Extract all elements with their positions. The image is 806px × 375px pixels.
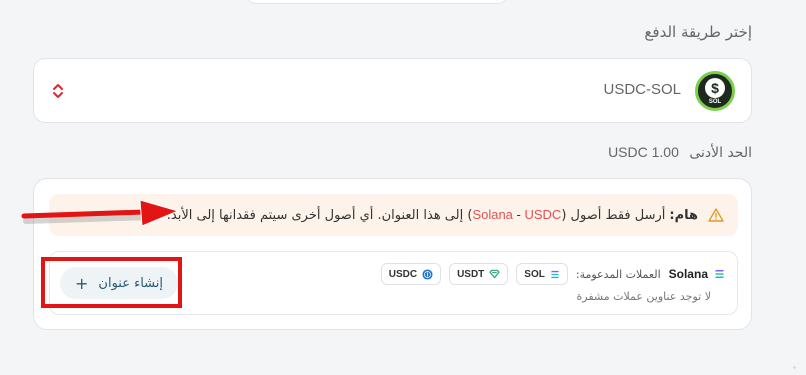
warning-bold: هام: — [669, 208, 698, 223]
footer-mark: ° — [793, 366, 796, 373]
create-address-button[interactable]: إنشاء عنوان + — [60, 267, 178, 299]
warning-banner: هام:أرسل فقط أصول ( Solana - USDC ) إلى هذ… — [49, 194, 738, 236]
minimum-value: 1.00 USDC — [608, 144, 679, 160]
minimum-amount: الحد الأدنى 1.00 USDC — [608, 144, 752, 161]
tether-icon — [489, 269, 500, 279]
usdc-sol-logo-icon: $ SOL — [695, 71, 735, 111]
address-card: هام:أرسل فقط أصول ( Solana - USDC ) إلى هذ… — [33, 178, 752, 330]
solana-icon — [550, 270, 559, 278]
network-header: Solana العملات المدعومة: SOL USDT USDC — [380, 263, 725, 285]
token-symbol-usdc: USDC — [388, 268, 418, 280]
payment-method-select[interactable]: $ SOL USDC-SOL — [33, 58, 752, 123]
payment-method-title: إختر طريقة الدفع — [644, 23, 752, 41]
usdc-icon — [422, 268, 433, 280]
chevron-up-down-icon — [53, 84, 63, 98]
token-chip-usdc: USDC — [380, 263, 442, 285]
no-addresses-text: لا توجد عناوين عملات مشفرة — [576, 290, 711, 303]
supported-currencies-label: العملات المدعومة: — [575, 267, 661, 281]
network-name: Solana — [669, 267, 725, 281]
plus-icon: + — [75, 273, 89, 293]
token-symbol-sol: SOL — [524, 268, 545, 280]
warning-separator: - — [512, 207, 525, 222]
warning-text-after: ) إلى هذا العنوان. أي أصول أخرى سيتم فقد… — [166, 208, 473, 223]
warning-text-before: أرسل فقط أصول ( — [561, 208, 666, 223]
network-panel: Solana العملات المدعومة: SOL USDT USDC ل… — [49, 251, 738, 315]
minimum-label: الحد الأدنى — [689, 145, 752, 161]
solana-icon — [715, 270, 724, 278]
selected-currency: USDC-SOL — [603, 81, 681, 98]
warning-asset-b: USDC — [524, 207, 562, 222]
token-chip-usdt: USDT — [449, 263, 509, 285]
network-name-text: Solana — [668, 267, 708, 281]
token-chip-sol: SOL — [516, 263, 568, 285]
create-address-label: إنشاء عنوان — [98, 275, 163, 291]
warning-asset-a: Solana — [472, 207, 513, 222]
previous-field — [246, 0, 508, 4]
token-symbol-usdt: USDT — [457, 268, 485, 280]
warning-icon — [708, 208, 724, 222]
